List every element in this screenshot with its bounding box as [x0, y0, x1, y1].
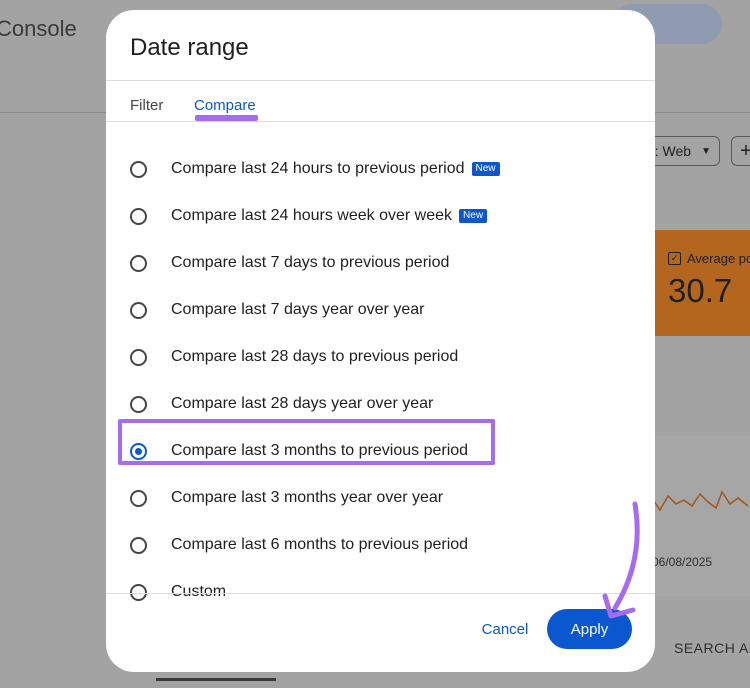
option-label: Compare last 28 days to previous period	[171, 348, 459, 365]
date-range-dialog: Date range Filter Compare Compare last 2…	[106, 10, 655, 672]
radio-button[interactable]	[130, 489, 147, 507]
new-badge: New	[459, 209, 488, 223]
option-label: Compare last 7 days year over year	[171, 301, 425, 318]
cancel-button[interactable]: Cancel	[470, 611, 540, 647]
tab-bar: Filter Compare	[106, 80, 655, 122]
tab-filter[interactable]: Filter	[130, 97, 163, 114]
radio-button[interactable]	[130, 395, 147, 413]
option-label: Compare last 24 hours week over week	[171, 207, 453, 224]
search-appearance-tab[interactable]: SEARCH APP	[674, 640, 750, 656]
radio-button[interactable]	[130, 301, 147, 319]
apply-button[interactable]: Apply	[547, 609, 632, 649]
brand-name: Console	[0, 16, 77, 41]
metric-card-label: Average po	[687, 251, 750, 266]
option-last-7-days-year-over-year[interactable]: Compare last 7 days year over year	[130, 292, 424, 328]
option-last-3-months-year-over-year[interactable]: Compare last 3 months year over year	[130, 480, 443, 516]
plus-icon: +	[740, 139, 750, 162]
option-last-28-days-previous-period[interactable]: Compare last 28 days to previous period	[130, 339, 458, 375]
metric-card-value: 30.7	[668, 272, 733, 309]
option-custom[interactable]: Custom	[130, 574, 226, 610]
device-filter-label: : Web	[654, 143, 692, 159]
tab-active-indicator	[195, 115, 258, 121]
option-label: Custom	[171, 583, 227, 600]
dialog-title: Date range	[130, 34, 249, 61]
footer-divider	[106, 593, 655, 594]
radio-button[interactable]	[130, 583, 147, 601]
option-last-7-days-previous-period[interactable]: Compare last 7 days to previous period	[130, 245, 449, 281]
option-last-28-days-year-over-year[interactable]: Compare last 28 days year over year	[130, 386, 433, 422]
option-label: Compare last 3 months year over year	[171, 489, 444, 506]
option-label: Compare last 28 days year over year	[171, 395, 434, 412]
radio-button[interactable]	[130, 348, 147, 366]
caret-down-icon: ▼	[701, 145, 711, 157]
radio-button[interactable]	[130, 160, 147, 178]
performance-chart-line	[651, 490, 749, 512]
checkbox-checked-icon[interactable]: ✓	[668, 252, 681, 265]
selection-highlight-annotation	[118, 419, 495, 465]
option-last-6-months-previous-period[interactable]: Compare last 6 months to previous period	[130, 527, 468, 563]
option-label: Compare last 7 days to previous period	[171, 254, 450, 271]
option-last-24-hours-week-over-week[interactable]: Compare last 24 hours week over week New	[130, 198, 488, 234]
radio-button[interactable]	[130, 207, 147, 225]
radio-button[interactable]	[130, 254, 147, 272]
tab-compare[interactable]: Compare	[194, 97, 256, 114]
tab-underline	[156, 678, 276, 681]
option-label: Compare last 24 hours to previous period	[171, 160, 465, 177]
add-filter-button[interactable]: +	[731, 136, 750, 166]
new-badge: New	[471, 162, 500, 176]
option-last-24-hours-previous-period[interactable]: Compare last 24 hours to previous period…	[130, 151, 500, 187]
option-label: Compare last 6 months to previous period	[171, 536, 469, 553]
chart-date-label: 06/08/2025	[652, 555, 713, 569]
radio-button[interactable]	[130, 536, 147, 554]
